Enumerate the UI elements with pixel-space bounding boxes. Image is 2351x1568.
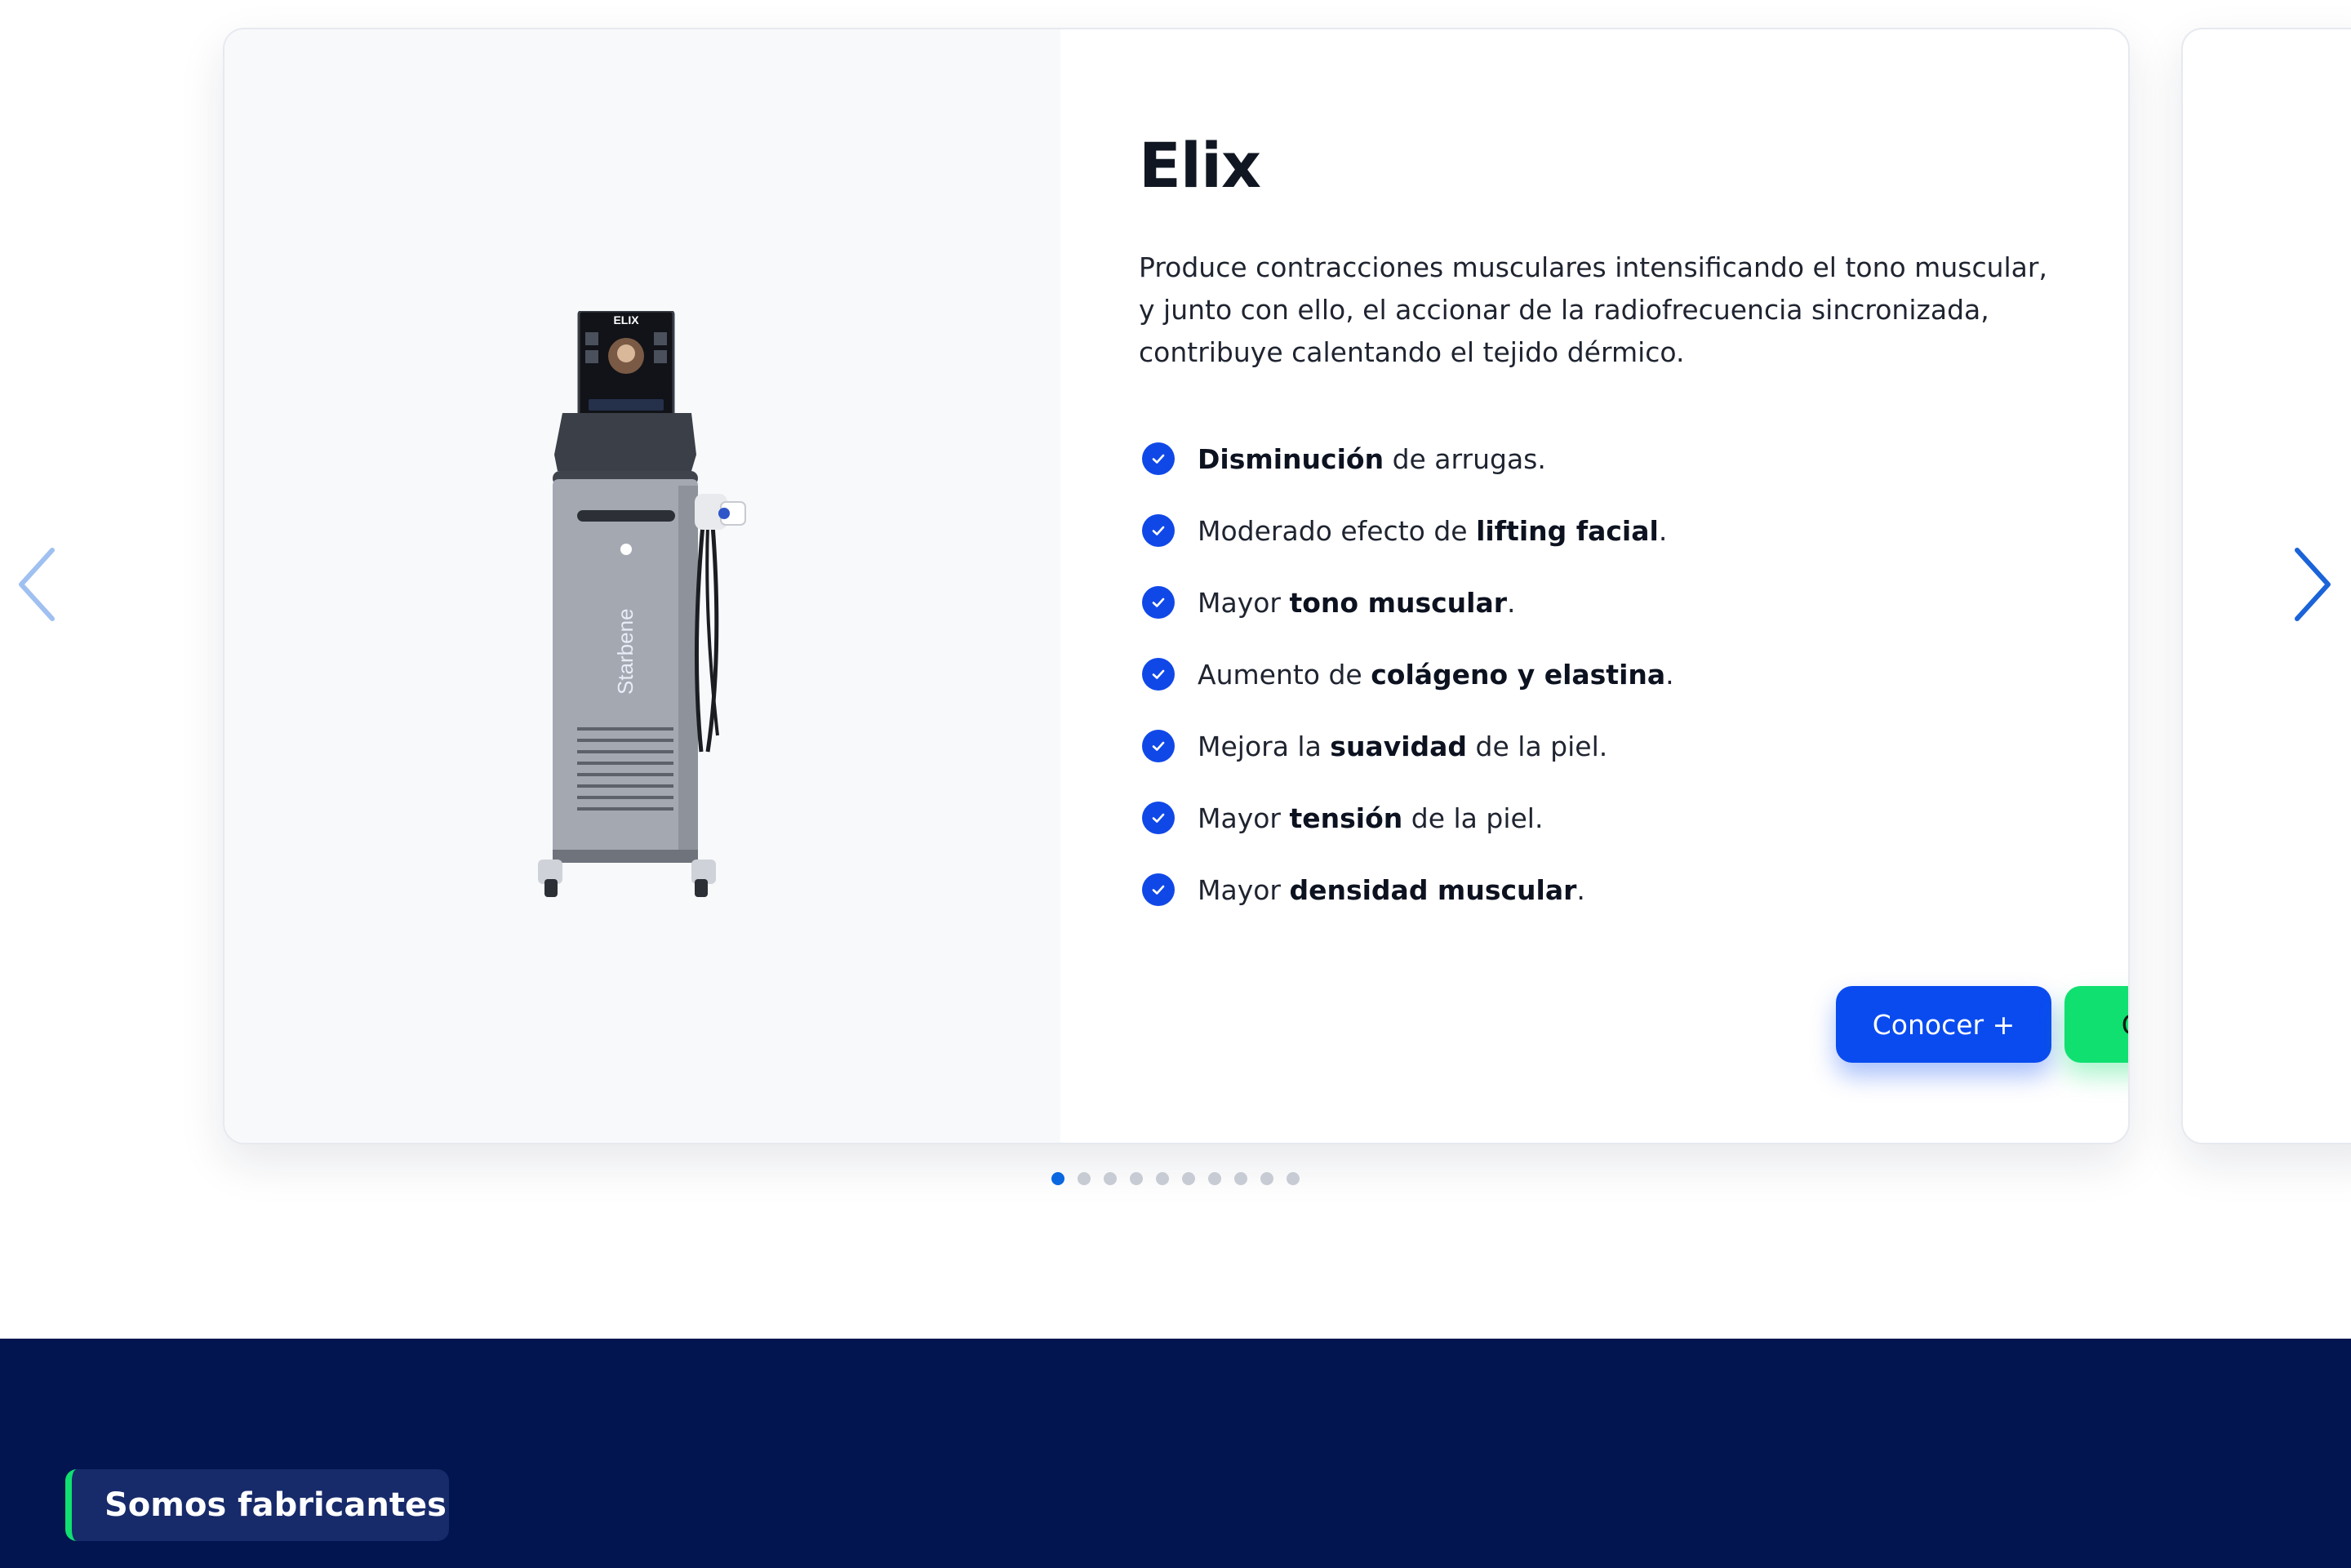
benefit-text: Moderado efecto de lifting facial. [1198, 515, 1667, 547]
benefit-item: Disminución de arrugas. [1139, 423, 1674, 495]
check-circle-icon [1142, 658, 1175, 691]
carousel-dot[interactable] [1208, 1172, 1221, 1185]
carousel-dot[interactable] [1130, 1172, 1143, 1185]
benefit-fragment: Mayor [1198, 802, 1290, 834]
carousel-dot[interactable] [1234, 1172, 1247, 1185]
product-image: ELIX Starbene [538, 311, 746, 897]
section-badge-label: Somos fabricantes [104, 1486, 447, 1524]
product-slide-card: ELIX Starbene Elix Produce contracciones… [223, 28, 2130, 1144]
benefits-list: Disminución de arrugas. Moderado efecto d… [1139, 423, 1674, 926]
benefit-item: Mayor densidad muscular. [1139, 854, 1674, 926]
benefit-fragment: de la piel. [1467, 730, 1608, 762]
benefit-text: Mayor tono muscular. [1198, 587, 1516, 619]
device-brand-label: Starbene [613, 608, 638, 695]
check-circle-icon [1142, 802, 1175, 834]
benefit-item: Mayor tensión de la piel. [1139, 782, 1674, 854]
benefit-text: Disminución de arrugas. [1198, 443, 1546, 475]
carousel-dot[interactable] [1260, 1172, 1273, 1185]
product-content-panel: Elix Produce contracciones musculares in… [1139, 29, 2128, 1143]
carousel-dot[interactable] [1156, 1172, 1169, 1185]
benefit-highlight: suavidad [1330, 730, 1468, 762]
check-circle-icon [1142, 442, 1175, 475]
check-circle-icon [1142, 586, 1175, 619]
benefit-fragment: Moderado efecto de [1198, 514, 1477, 547]
carousel-pagination [1051, 1172, 1300, 1185]
benefit-fragment: Mejora la [1198, 730, 1331, 762]
benefit-highlight: Disminución [1198, 442, 1384, 475]
benefit-fragment: Mayor [1198, 873, 1290, 906]
quote-button[interactable]: Cotizar [2064, 986, 2128, 1063]
benefit-item: Mejora la suavidad de la piel. [1139, 710, 1674, 782]
benefit-item: Aumento de colágeno y elastina. [1139, 638, 1674, 710]
benefit-highlight: tensión [1289, 802, 1403, 834]
benefit-highlight: lifting facial [1476, 514, 1659, 547]
know-more-button[interactable]: Conocer + [1836, 986, 2051, 1063]
benefit-highlight: densidad muscular [1289, 873, 1577, 906]
check-circle-icon [1142, 514, 1175, 547]
benefit-text: Mayor tensión de la piel. [1198, 802, 1543, 834]
chevron-left-icon[interactable] [11, 542, 64, 627]
product-media-panel: ELIX Starbene [224, 29, 1060, 1143]
benefit-text: Aumento de colágeno y elastina. [1198, 659, 1674, 691]
product-description: Produce contracciones musculares intensi… [1139, 251, 2047, 368]
benefit-item: Moderado efecto de lifting facial. [1139, 495, 1674, 566]
carousel-dot[interactable] [1051, 1172, 1064, 1185]
manufacturers-section: Somos fabricantes [0, 1339, 2351, 1568]
benefit-fragment: . [1507, 586, 1516, 619]
product-title: Elix [1139, 129, 1261, 202]
device-screen-title: ELIX [613, 313, 639, 326]
benefit-fragment: de arrugas. [1384, 442, 1546, 475]
benefit-fragment: . [1658, 514, 1668, 547]
carousel-dot[interactable] [1078, 1172, 1091, 1185]
section-badge: Somos fabricantes [65, 1469, 449, 1541]
benefit-text: Mejora la suavidad de la piel. [1198, 731, 1607, 762]
carousel-dot[interactable] [1182, 1172, 1195, 1185]
carousel-dot[interactable] [1104, 1172, 1117, 1185]
benefit-fragment: . [1665, 658, 1674, 691]
chevron-right-icon[interactable] [2286, 542, 2338, 627]
benefit-fragment: Mayor [1198, 586, 1290, 619]
check-circle-icon [1142, 873, 1175, 906]
carousel-dot[interactable] [1287, 1172, 1300, 1185]
benefit-fragment: de la piel. [1402, 802, 1544, 834]
benefit-highlight: tono muscular [1289, 586, 1508, 619]
check-circle-icon [1142, 730, 1175, 762]
benefit-item: Mayor tono muscular. [1139, 566, 1674, 638]
benefit-fragment: Aumento de [1198, 658, 1371, 691]
benefit-highlight: colágeno y elastina [1371, 658, 1666, 691]
benefit-text: Mayor densidad muscular. [1198, 874, 1585, 906]
benefit-fragment: . [1576, 873, 1585, 906]
